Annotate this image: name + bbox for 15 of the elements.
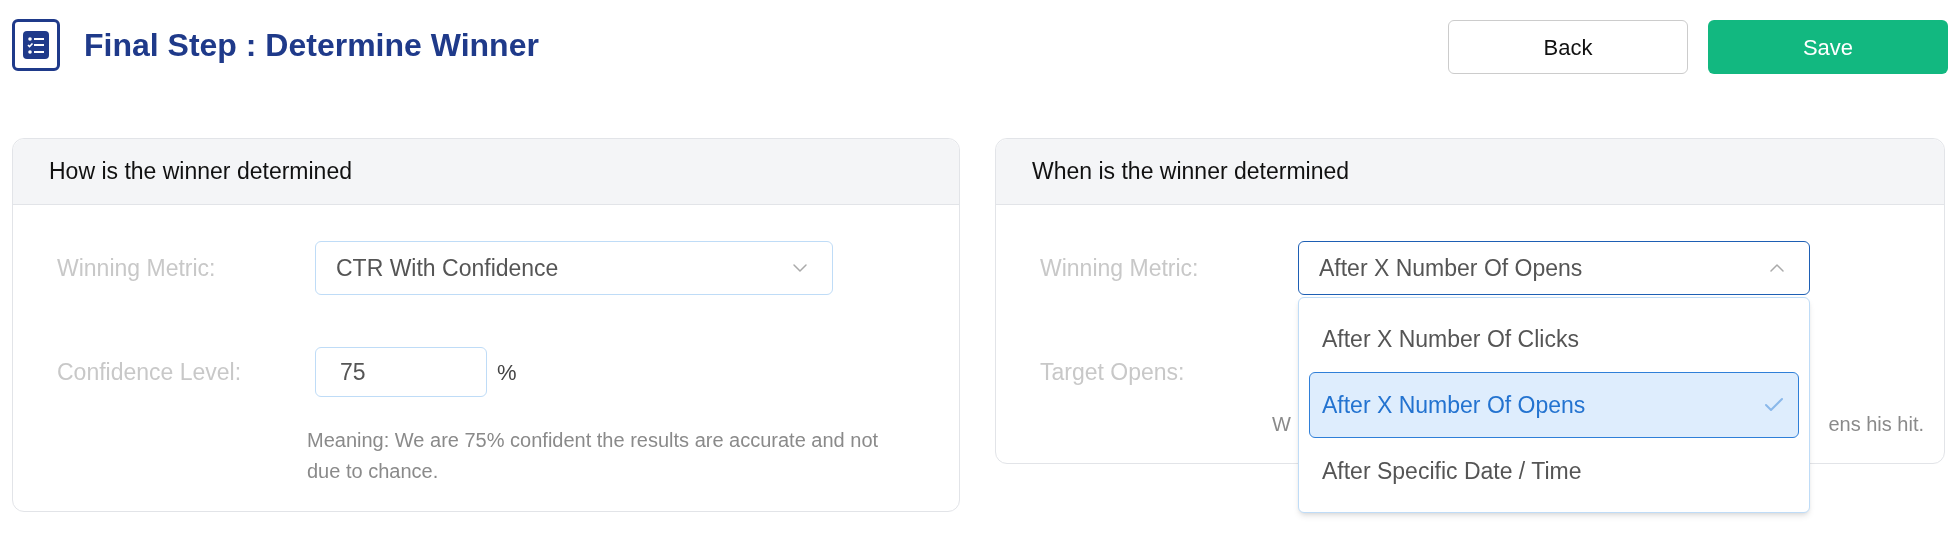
confidence-input[interactable]: 75 <box>315 347 487 397</box>
checklist-icon <box>12 19 60 71</box>
card-title: When is the winner determined <box>1032 157 1350 187</box>
hint-text: Meaning: We are 75% confident the results are accurate and not due to chance. <box>307 428 880 484</box>
select-field[interactable]: After X Number Of Opens <box>1298 241 1810 295</box>
select-field[interactable]: CTR With Confidence <box>315 241 833 295</box>
page-title: Final Step : Determine Winner <box>84 26 539 65</box>
dropdown-option[interactable]: After Specific Date / Time <box>1309 438 1799 504</box>
back-button[interactable]: Back <box>1448 20 1688 74</box>
dropdown-option[interactable]: After X Number Of Clicks <box>1309 306 1799 372</box>
card-title: How is the winner determined <box>49 157 352 187</box>
percent-unit: % <box>497 358 517 387</box>
hint-text: ens his hit. <box>1828 412 1924 437</box>
dropdown-option[interactable]: After X Number Of Opens <box>1309 372 1799 438</box>
hint-text: W <box>1272 412 1291 437</box>
